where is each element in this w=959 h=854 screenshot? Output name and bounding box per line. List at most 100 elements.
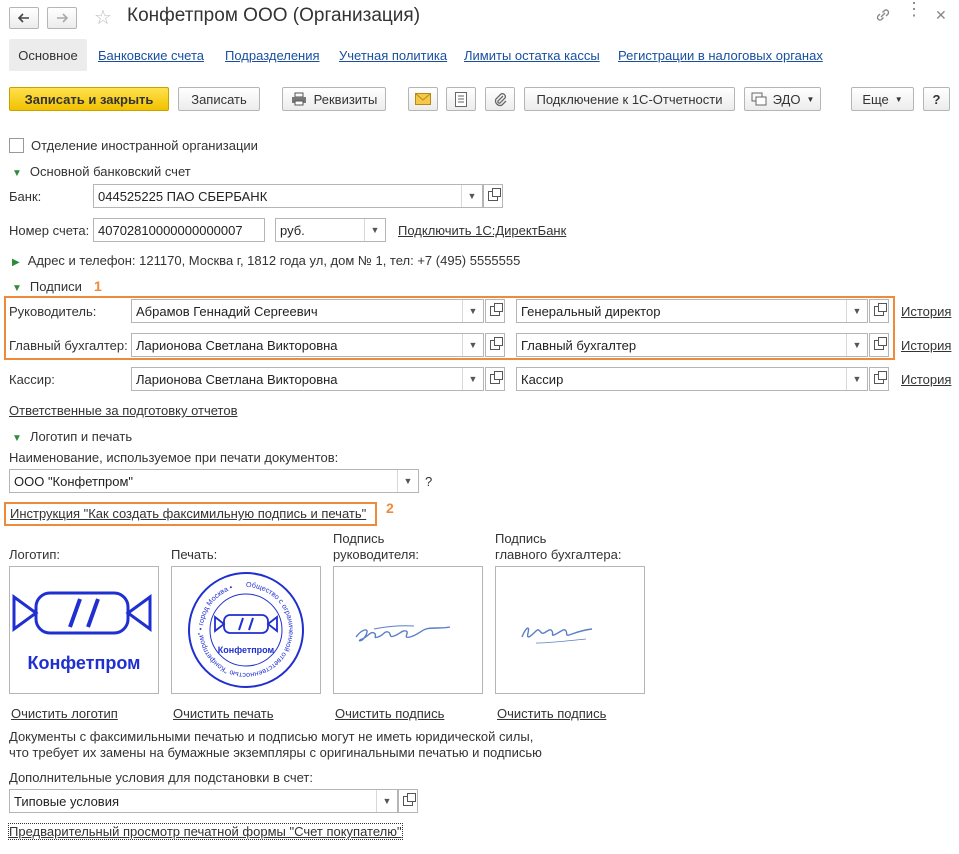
cashier-person-open-button[interactable]	[485, 367, 505, 391]
tab-divisions[interactable]: Подразделения	[225, 39, 320, 71]
accountant-signature-image[interactable]	[495, 566, 645, 694]
head-position-field[interactable]: Генеральный директор ▼	[516, 299, 868, 323]
account-number-field[interactable]: 40702810000000000007	[93, 218, 265, 242]
link-icon[interactable]	[874, 6, 892, 27]
currency-field[interactable]: руб. ▼	[275, 218, 386, 242]
foreign-branch-checkbox[interactable]	[9, 138, 24, 153]
chevron-down-icon: ▼	[12, 168, 22, 179]
page-title: Конфетпром ООО (Организация)	[127, 5, 421, 26]
logo-image[interactable]: Конфетпром	[9, 566, 159, 694]
chevron-down-icon: ▼	[12, 433, 22, 444]
edo-button[interactable]: ЭДО ▼	[744, 87, 821, 111]
cashier-position-open-button[interactable]	[869, 367, 889, 391]
head-person-open-button[interactable]	[485, 299, 505, 323]
close-icon[interactable]: ✕	[935, 7, 947, 24]
email-button[interactable]	[408, 87, 438, 111]
open-window-icon	[874, 371, 887, 384]
chevron-right-icon: ▶	[12, 257, 20, 268]
bank-open-button[interactable]	[483, 184, 503, 208]
direct-bank-link[interactable]: Подключить 1С:ДиректБанк	[398, 223, 566, 238]
cashier-history-link[interactable]: История	[901, 372, 951, 387]
open-window-icon	[490, 371, 503, 384]
envelope-icon	[415, 93, 431, 105]
connect-reporting-button[interactable]: Подключение к 1С-Отчетности	[524, 87, 735, 111]
conditions-open-button[interactable]	[398, 789, 418, 813]
accountant-history-link[interactable]: История	[901, 338, 951, 353]
instruction-link[interactable]: Инструкция "Как создать факсимильную под…	[10, 506, 366, 521]
help-button[interactable]: ?	[923, 87, 950, 111]
tab-main[interactable]: Основное	[9, 39, 87, 71]
cashier-position-field[interactable]: Кассир ▼	[516, 367, 868, 391]
accountant-position-field[interactable]: Главный бухгалтер ▼	[516, 333, 868, 357]
tab-cash-limits[interactable]: Лимиты остатка кассы	[464, 39, 600, 71]
print-name-field[interactable]: ООО "Конфетпром" ▼	[9, 469, 419, 493]
acc-sign-label-1: Подпись	[495, 531, 547, 546]
accountant-person-open-button[interactable]	[485, 333, 505, 357]
dropdown-arrow-icon[interactable]: ▼	[462, 368, 483, 390]
forward-button[interactable]	[47, 7, 77, 29]
print-name-label: Наименование, используемое при печати до…	[9, 450, 339, 465]
paperclip-icon	[494, 92, 507, 106]
clear-stamp-link[interactable]: Очистить печать	[173, 706, 273, 721]
stamp-image[interactable]: Общество с ограниченной ответственностью…	[171, 566, 321, 694]
signature-scribble-icon	[521, 627, 593, 644]
document-button[interactable]	[446, 87, 476, 111]
dropdown-arrow-icon[interactable]: ▼	[462, 300, 483, 322]
requisites-button[interactable]: Реквизиты	[282, 87, 386, 111]
dropdown-arrow-icon[interactable]: ▼	[846, 368, 867, 390]
clear-head-sign-link[interactable]: Очистить подпись	[335, 706, 444, 721]
accountant-person-field[interactable]: Ларионова Светлана Викторовна ▼	[131, 333, 484, 357]
open-window-icon	[490, 337, 503, 350]
more-button[interactable]: Еще ▼	[851, 87, 914, 111]
head-history-link[interactable]: История	[901, 304, 951, 319]
dropdown-arrow-icon[interactable]: ▼	[461, 185, 482, 207]
back-button[interactable]	[9, 7, 39, 29]
bank-field[interactable]: 044525225 ПАО СБЕРБАНК ▼	[93, 184, 483, 208]
dropdown-arrow-icon[interactable]: ▼	[364, 219, 385, 241]
signatures-group-header[interactable]: ▼ Подписи	[12, 279, 82, 294]
conditions-field[interactable]: Типовые условия ▼	[9, 789, 398, 813]
logo-text: Конфетпром	[27, 653, 141, 673]
favorite-star-icon[interactable]: ☆	[94, 5, 112, 30]
signature-scribble-icon	[355, 625, 451, 642]
preview-invoice-link[interactable]: Предварительный просмотр печатной формы …	[8, 823, 403, 840]
head-label: Руководитель:	[9, 304, 97, 319]
candy-logo-icon	[12, 591, 152, 635]
stamp-seal-icon: Общество с ограниченной ответственностью…	[188, 572, 304, 688]
address-group-header[interactable]: ▶ Адрес и телефон: 121170, Москва г, 1812…	[12, 253, 520, 268]
dropdown-arrow-icon[interactable]: ▼	[846, 300, 867, 322]
open-window-icon	[490, 303, 503, 316]
save-close-button[interactable]: Записать и закрыть	[9, 87, 169, 111]
open-window-icon	[874, 303, 887, 316]
tab-tax-registrations[interactable]: Регистрации в налоговых органах	[618, 39, 823, 71]
facsimile-note-1: Документы с факсимильными печатью и подп…	[9, 729, 534, 744]
edo-icon	[751, 92, 767, 106]
accountant-position-open-button[interactable]	[869, 333, 889, 357]
tab-bank-accounts[interactable]: Банковские счета	[98, 39, 204, 71]
print-name-help[interactable]: ?	[425, 474, 432, 489]
clear-acc-sign-link[interactable]: Очистить подпись	[497, 706, 606, 721]
attach-button[interactable]	[485, 87, 515, 111]
chief-accountant-label: Главный бухгалтер:	[9, 338, 128, 353]
head-person-field[interactable]: Абрамов Геннадий Сергеевич ▼	[131, 299, 484, 323]
tab-accounting-policy[interactable]: Учетная политика	[339, 39, 447, 71]
head-position-open-button[interactable]	[869, 299, 889, 323]
save-button[interactable]: Записать	[178, 87, 260, 111]
chevron-down-icon: ▼	[806, 94, 815, 104]
head-signature-image[interactable]	[333, 566, 483, 694]
cashier-person-field[interactable]: Ларионова Светлана Викторовна ▼	[131, 367, 484, 391]
printer-icon	[291, 92, 306, 106]
logo-group-header[interactable]: ▼ Логотип и печать	[12, 429, 132, 444]
arrow-right-icon	[57, 13, 68, 23]
bank-group-header[interactable]: ▼ Основной банковский счет	[12, 164, 191, 179]
dropdown-arrow-icon[interactable]: ▼	[376, 790, 397, 812]
open-window-icon	[874, 337, 887, 350]
dropdown-arrow-icon[interactable]: ▼	[846, 334, 867, 356]
vertical-dots-icon[interactable]: ⋮	[905, 0, 923, 18]
responsible-reports-link[interactable]: Ответственные за подготовку отчетов	[9, 403, 238, 418]
stamp-center-text: Конфетпром	[218, 645, 275, 655]
clear-logo-link[interactable]: Очистить логотип	[11, 706, 118, 721]
dropdown-arrow-icon[interactable]: ▼	[462, 334, 483, 356]
dropdown-arrow-icon[interactable]: ▼	[397, 470, 418, 492]
arrow-left-icon	[18, 13, 29, 23]
